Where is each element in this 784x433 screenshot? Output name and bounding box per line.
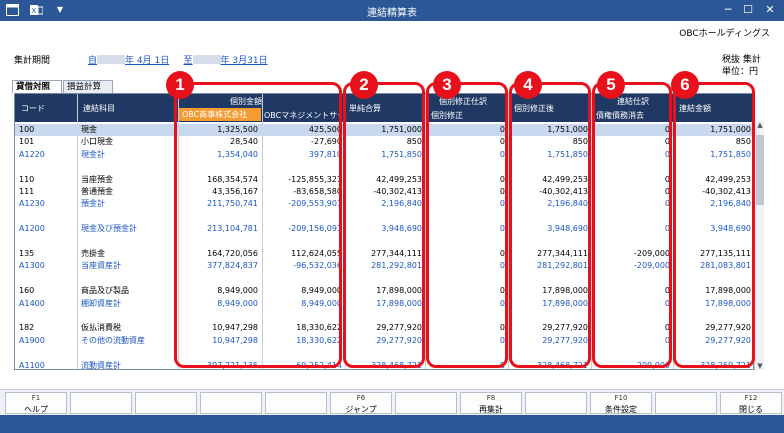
fkey-number: F10 <box>614 394 628 402</box>
fkey-label: ジャンプ <box>345 405 377 414</box>
highlight-box-adjust <box>426 82 508 368</box>
cell-name: 預金計 <box>81 199 105 209</box>
cell-name: 普通預金 <box>81 187 113 196</box>
scroll-up-icon[interactable]: ▲ <box>755 121 765 129</box>
cell-code: 160 <box>19 286 35 296</box>
function-key-bar: F1 ヘルプ F6 ジャンプ F8 再集計 F10 条件設定 F12 閉じる <box>0 389 784 415</box>
scroll-thumb[interactable] <box>756 135 764 205</box>
fkey-empty[interactable] <box>525 392 587 414</box>
status-bar <box>0 415 784 433</box>
fkey-f8[interactable]: F8 再集計 <box>460 392 522 414</box>
cell-code: A1220 <box>19 149 45 159</box>
highlight-box-sum <box>343 82 425 368</box>
callout-badge: 3 <box>433 71 461 99</box>
cell-code: 182 <box>19 323 35 333</box>
cell-code: A1300 <box>19 261 45 271</box>
fkey-number: F1 <box>31 394 41 402</box>
cell-code: A1900 <box>19 335 45 345</box>
col-code[interactable]: コード <box>21 103 45 114</box>
close-button[interactable]: ✕ <box>762 3 778 17</box>
period-from: 年 4月 1日 <box>125 56 170 66</box>
cell-code: A1400 <box>19 298 45 308</box>
fkey-number: F12 <box>744 394 758 402</box>
cell-name: 商品及び製品 <box>81 286 129 296</box>
company-name: OBCホールディングス <box>679 29 770 39</box>
tab-balance-sheet[interactable]: 貸借対照表 <box>12 80 62 104</box>
callout-badge: 2 <box>350 71 378 99</box>
cell-name: 現金及び預金計 <box>81 224 137 234</box>
cell-code: A1230 <box>19 199 45 209</box>
callout-badge: 4 <box>514 71 542 99</box>
fkey-number: F8 <box>486 394 496 402</box>
cell-name: 現金 <box>81 125 97 134</box>
cell-code: 135 <box>19 249 35 258</box>
fkey-f12[interactable]: F12 閉じる <box>720 392 782 414</box>
period-range[interactable]: 自 年 4月 1日 至 年 3月31日 <box>88 53 268 66</box>
cell-code: 100 <box>19 125 35 134</box>
fkey-empty[interactable] <box>655 392 717 414</box>
cell-name: 棚卸資産計 <box>81 298 121 308</box>
cell-name: 現金計 <box>81 149 105 159</box>
scroll-down-icon[interactable]: ▼ <box>755 362 765 370</box>
cell-name: 流動資産計 <box>81 360 121 370</box>
cell-name: 小口現金 <box>81 137 113 147</box>
cell-code: A1200 <box>19 224 45 234</box>
vertical-scrollbar[interactable]: ▲ ▼ <box>754 121 764 370</box>
highlight-box-after-adjust <box>509 82 591 368</box>
window-title: 連結精算表 <box>367 8 417 19</box>
tab-income-statement[interactable]: 損益計算書 <box>63 80 113 104</box>
fkey-number: F6 <box>356 394 366 402</box>
masked-year <box>97 55 126 64</box>
fkey-empty[interactable] <box>395 392 457 414</box>
highlight-box-elimination <box>592 82 672 368</box>
cell-name: 仮払消費税 <box>81 323 121 333</box>
fkey-empty[interactable] <box>70 392 132 414</box>
fkey-empty[interactable] <box>200 392 262 414</box>
maximize-button[interactable]: ☐ <box>740 3 756 17</box>
callout-badge: 5 <box>597 71 625 99</box>
fkey-label: 条件設定 <box>605 405 637 414</box>
callout-badge: 1 <box>166 71 194 99</box>
col-account[interactable]: 連結科目 <box>83 103 115 114</box>
period-from-prefix: 自 <box>88 56 98 66</box>
highlight-box-consolidated <box>673 82 755 368</box>
unit-label: 単位：円 <box>722 67 759 77</box>
fkey-empty[interactable] <box>265 392 327 414</box>
cell-code: A1100 <box>19 360 45 370</box>
cell-name: 売掛金 <box>81 249 105 258</box>
cell-name: その他の流動資産 <box>81 335 145 345</box>
fkey-label: 再集計 <box>479 405 503 414</box>
fkey-empty[interactable] <box>135 392 197 414</box>
minimize-button[interactable]: ─ <box>720 3 736 17</box>
period-label: 集計期間 <box>14 56 51 66</box>
title-bar: X ▼ 連結精算表 ─ ☐ ✕ <box>0 0 784 21</box>
cell-code: 101 <box>19 137 35 147</box>
fkey-label: 閉じる <box>739 405 763 414</box>
masked-year <box>192 55 221 64</box>
cell-name: 当座預金 <box>81 174 113 184</box>
cell-code: 110 <box>19 174 35 184</box>
highlight-box-individual <box>174 82 342 368</box>
fkey-label: ヘルプ <box>24 405 48 414</box>
fkey-f6[interactable]: F6 ジャンプ <box>330 392 392 414</box>
period-to: 年 3月31日 <box>220 56 268 66</box>
fkey-f10[interactable]: F10 条件設定 <box>590 392 652 414</box>
period-to-prefix: 至 <box>183 56 193 66</box>
cell-code: 111 <box>19 187 35 196</box>
callout-badge: 6 <box>671 71 699 99</box>
fkey-f1[interactable]: F1 ヘルプ <box>5 392 67 414</box>
cell-name: 当座資産計 <box>81 261 121 271</box>
